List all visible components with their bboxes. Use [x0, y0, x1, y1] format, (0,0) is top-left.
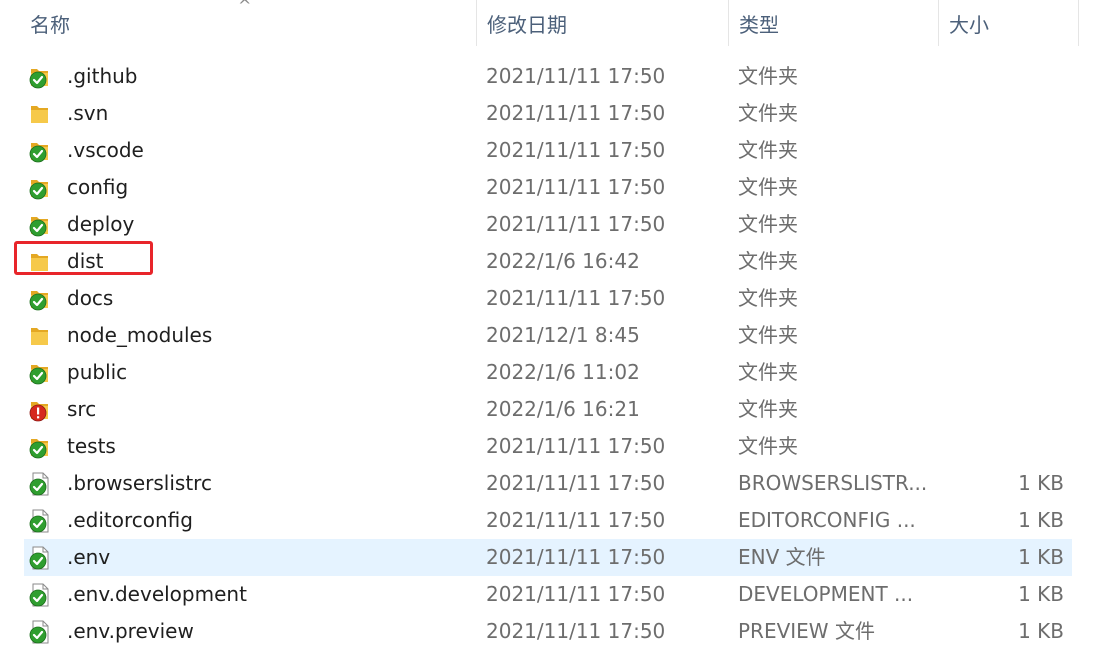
modified-date: 2021/11/11 17:50 [486, 582, 666, 606]
folder-row[interactable]: .github 2021/11/11 17:50 文件夹 [24, 58, 1072, 95]
folder-synced-check-icon [28, 175, 52, 201]
file-name: .browserslistrc [67, 471, 212, 495]
file-type: 文件夹 [738, 138, 798, 162]
file-size: 1 KB [1018, 471, 1064, 495]
file-name: public [67, 360, 128, 384]
file-size: 1 KB [1018, 582, 1064, 606]
file-synced-check-icon [28, 545, 52, 571]
folder-modified-alert-icon [28, 397, 52, 423]
folder-row[interactable]: tests 2021/11/11 17:50 文件夹 [24, 428, 1072, 465]
file-name: .editorconfig [67, 508, 193, 532]
folder-synced-check-icon [28, 138, 52, 164]
column-header-spacer [1078, 0, 1093, 46]
file-type: PREVIEW 文件 [738, 619, 875, 643]
file-synced-check-icon [28, 508, 52, 534]
modified-date: 2021/12/1 8:45 [486, 323, 640, 347]
file-type: 文件夹 [738, 101, 798, 125]
column-header-name-label: 名称 [30, 12, 70, 37]
modified-date: 2021/11/11 17:50 [486, 212, 666, 236]
file-type: 文件夹 [738, 286, 798, 310]
column-header-date-label: 修改日期 [487, 12, 567, 37]
file-size: 1 KB [1018, 508, 1064, 532]
modified-date: 2021/11/11 17:50 [486, 545, 666, 569]
file-name: node_modules [67, 323, 213, 347]
modified-date: 2021/11/11 17:50 [486, 434, 666, 458]
column-header-size[interactable]: 大小 [938, 0, 1078, 46]
file-name: .env.preview [67, 619, 194, 643]
column-header-type[interactable]: 类型 [728, 0, 938, 46]
modified-date: 2021/11/11 17:50 [486, 508, 666, 532]
modified-date: 2021/11/11 17:50 [486, 471, 666, 495]
file-type: 文件夹 [738, 397, 798, 421]
folder-synced-check-icon [28, 212, 52, 238]
file-name: .github [67, 64, 138, 88]
sort-ascending-icon: ^ [238, 0, 252, 15]
file-type: 文件夹 [738, 323, 798, 347]
folder-row[interactable]: .vscode 2021/11/11 17:50 文件夹 [24, 132, 1072, 169]
column-header-size-label: 大小 [949, 12, 989, 37]
file-name: docs [67, 286, 114, 310]
file-type: BROWSERSLISTR... [738, 471, 928, 495]
file-type: 文件夹 [738, 64, 798, 88]
file-name: .env [67, 545, 111, 569]
folder-row[interactable]: dist 2022/1/6 16:42 文件夹 [24, 243, 1072, 280]
file-row[interactable]: .browserslistrc 2021/11/11 17:50 BROWSERSL… [24, 465, 1072, 502]
file-type: DEVELOPMENT ... [738, 582, 914, 606]
file-name: src [67, 397, 97, 421]
folder-synced-check-icon [28, 286, 52, 312]
folder-row[interactable]: deploy 2021/11/11 17:50 文件夹 [24, 206, 1072, 243]
file-name: .env.development [67, 582, 247, 606]
folder-row[interactable]: src 2022/1/6 16:21 文件夹 [24, 391, 1072, 428]
file-name: deploy [67, 212, 135, 236]
folder-row[interactable]: node_modules 2021/12/1 8:45 文件夹 [24, 317, 1072, 354]
modified-date: 2022/1/6 16:42 [486, 249, 640, 273]
file-type: 文件夹 [738, 360, 798, 384]
file-name: dist [67, 249, 104, 273]
file-synced-check-icon [28, 619, 52, 645]
file-name: tests [67, 434, 116, 458]
modified-date: 2021/11/11 17:50 [486, 101, 666, 125]
file-row[interactable]: .env.development 2021/11/11 17:50 DEVELOPM… [24, 576, 1072, 613]
modified-date: 2022/1/6 16:21 [486, 397, 640, 421]
modified-date: 2021/11/11 17:50 [486, 64, 666, 88]
file-name: config [67, 175, 129, 199]
file-name: .vscode [67, 138, 144, 162]
folder-synced-check-icon [28, 64, 52, 90]
folder-row[interactable]: docs 2021/11/11 17:50 文件夹 [24, 280, 1072, 317]
file-type: ENV 文件 [738, 545, 826, 569]
modified-date: 2021/11/11 17:50 [486, 175, 666, 199]
file-type: 文件夹 [738, 434, 798, 458]
modified-date: 2021/11/11 17:50 [486, 138, 666, 162]
modified-date: 2022/1/6 11:02 [486, 360, 640, 384]
folder-icon [28, 101, 52, 127]
file-type: EDITORCONFIG ... [738, 508, 916, 532]
file-row[interactable]: .env 2021/11/11 17:50 ENV 文件 1 KB [24, 539, 1072, 576]
folder-icon [28, 323, 52, 349]
folder-row[interactable]: public 2022/1/6 11:02 文件夹 [24, 354, 1072, 391]
column-header-bar: 名称 ^ 修改日期 类型 大小 [0, 0, 1093, 46]
file-row[interactable]: .env.preview 2021/11/11 17:50 PREVIEW 文件 1 … [24, 613, 1072, 650]
file-size: 1 KB [1018, 545, 1064, 569]
folder-row[interactable]: .svn 2021/11/11 17:50 文件夹 [24, 95, 1072, 132]
modified-date: 2021/11/11 17:50 [486, 619, 666, 643]
file-type: 文件夹 [738, 212, 798, 236]
file-type: 文件夹 [738, 249, 798, 273]
modified-date: 2021/11/11 17:50 [486, 286, 666, 310]
column-header-type-label: 类型 [739, 12, 779, 37]
file-type: 文件夹 [738, 175, 798, 199]
folder-synced-check-icon [28, 360, 52, 386]
file-name: .svn [67, 101, 109, 125]
file-size: 1 KB [1018, 619, 1064, 643]
column-header-date[interactable]: 修改日期 [476, 0, 728, 46]
folder-row[interactable]: config 2021/11/11 17:50 文件夹 [24, 169, 1072, 206]
file-synced-check-icon [28, 582, 52, 608]
folder-icon [28, 249, 52, 275]
file-synced-check-icon [28, 471, 52, 497]
file-row[interactable]: .editorconfig 2021/11/11 17:50 EDITORCONFI… [24, 502, 1072, 539]
folder-synced-check-icon [28, 434, 52, 460]
